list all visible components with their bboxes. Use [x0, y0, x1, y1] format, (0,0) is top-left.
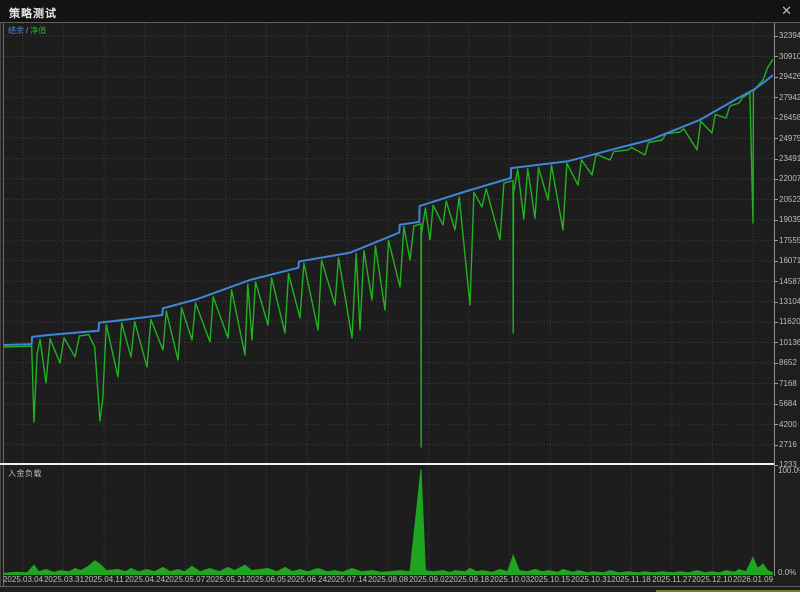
deposit-load-chart[interactable]	[4, 466, 773, 575]
x-tick-label: 2025.10.31	[571, 575, 611, 584]
y-tick-mark	[774, 199, 778, 200]
chart-legend: 结余/净值	[8, 26, 46, 35]
y-tick-label: 29426	[779, 72, 800, 81]
x-tick-label: 2025.08.08	[368, 575, 408, 584]
y-tick-mark	[774, 77, 778, 78]
x-tick-label: 2025.12.10	[692, 575, 732, 584]
x-tick-label: 2025.07.14	[327, 575, 367, 584]
y-tick-label: 30910	[779, 52, 800, 61]
y-tick-label: 1233	[779, 460, 797, 469]
x-tick-label: 2025.11.27	[652, 575, 691, 584]
y-tick-mark	[774, 302, 778, 303]
y-tick-mark	[774, 342, 778, 343]
x-tick-label: 2025.05.21	[206, 575, 246, 584]
y-axis-line	[774, 23, 775, 576]
y-tick-label: 24975	[779, 134, 800, 143]
y-tick-mark	[774, 159, 778, 160]
y-tick-mark	[774, 97, 778, 98]
titlebar: 策略测试 ✕	[0, 0, 800, 22]
y-tick-mark	[774, 322, 778, 323]
y-tick-mark	[774, 281, 778, 282]
y-tick-mark	[774, 261, 778, 262]
y-tick-label: 17555	[779, 236, 800, 245]
x-tick-label: 2025.10.15	[530, 575, 570, 584]
y-tick-mark	[774, 363, 778, 364]
y-tick-label: 14587	[779, 277, 800, 286]
balance-equity-chart[interactable]	[4, 23, 773, 464]
panel-left-edge	[0, 23, 1, 586]
y-tick-label: 32394	[779, 31, 800, 40]
x-tick-label: 2025.03.04	[3, 575, 43, 584]
y-tick-label: 27942	[779, 93, 800, 102]
y-tick-label: 11620	[779, 317, 800, 326]
x-tick-label: 2025.06.05	[246, 575, 286, 584]
y-tick-label: 20523	[779, 195, 800, 204]
x-tick-label: 2025.06.24	[287, 575, 327, 584]
y-tick-label: 23491	[779, 154, 800, 163]
y-tick-label: 4200	[779, 420, 797, 429]
y-tick-label: 19039	[779, 215, 800, 224]
bottom-border	[0, 586, 800, 587]
y-tick-label: 7168	[779, 379, 797, 388]
x-tick-label: 2025.05.07	[165, 575, 205, 584]
x-tick-label: 2025.09.18	[449, 575, 489, 584]
x-tick-label: 2025.11.18	[611, 575, 650, 584]
y-tick-mark	[774, 445, 778, 446]
deposit-load-label: 入金负载	[8, 468, 42, 479]
legend-balance-label: 结余	[8, 26, 24, 35]
x-tick-label: 2026.01.09	[733, 575, 773, 584]
y-tick-label: 26458	[779, 113, 800, 122]
x-tick-label: 2025.10.03	[490, 575, 530, 584]
y-tick-mark	[774, 138, 778, 139]
close-icon[interactable]: ✕	[781, 3, 792, 19]
y-tick-mark	[774, 424, 778, 425]
y-tick-label: 13104	[779, 297, 800, 306]
panel-separator[interactable]	[0, 463, 774, 465]
x-tick-label: 2025.04.11	[84, 575, 123, 584]
x-tick-label: 2025.03.31	[44, 575, 84, 584]
y-tick-label: 5684	[779, 399, 797, 408]
y-tick-mark	[774, 36, 778, 37]
strategy-tester-window: 策略测试 ✕ 结余/净值 入金负载 100.0% 0.0% 3239430910…	[0, 0, 800, 592]
y-tick-mark	[774, 240, 778, 241]
y-tick-mark	[774, 404, 778, 405]
y-tick-mark	[774, 179, 778, 180]
y-tick-label: 2716	[779, 440, 797, 449]
y-tick-mark	[774, 118, 778, 119]
y-tick-label: 22007	[779, 174, 800, 183]
y-tick-label: 16071	[779, 256, 800, 265]
x-tick-label: 2025.09.02	[409, 575, 449, 584]
y-tick-mark	[774, 465, 778, 466]
y-tick-label: 10136	[779, 338, 800, 347]
y-tick-mark	[774, 56, 778, 57]
y-tick-mark	[774, 383, 778, 384]
lower-min-label: 0.0%	[778, 568, 796, 577]
x-tick-label: 2025.04.24	[125, 575, 165, 584]
y-tick-mark	[774, 220, 778, 221]
legend-equity-label: 净值	[30, 26, 46, 35]
window-title: 策略测试	[9, 5, 57, 21]
y-tick-label: 8652	[779, 358, 797, 367]
